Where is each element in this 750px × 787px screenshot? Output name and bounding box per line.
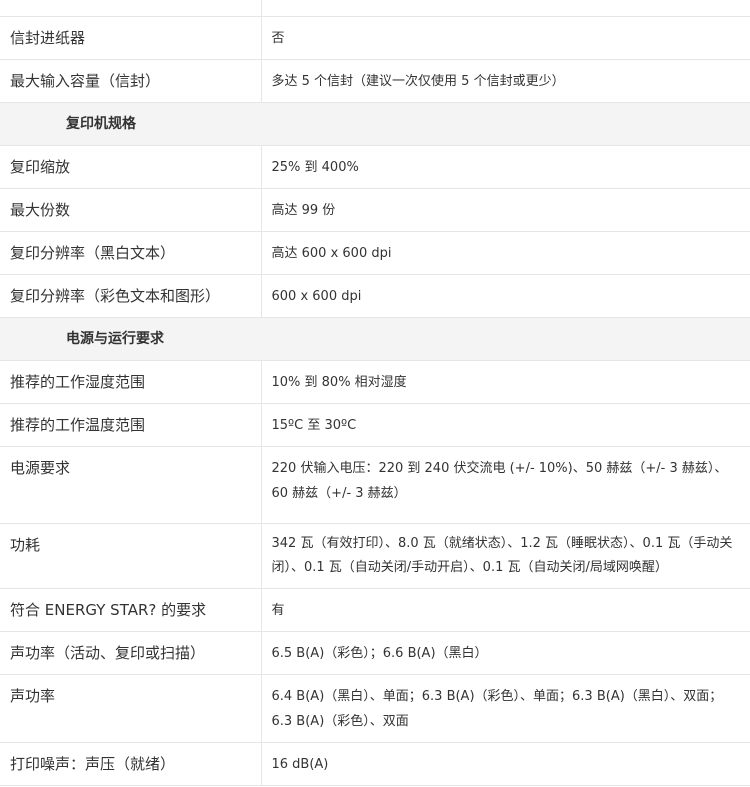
spec-label: 推荐的工作湿度范围 — [0, 360, 262, 404]
spec-value: 否 — [261, 16, 750, 60]
spec-value: 6.5 B(A)（彩色）；6.6 B(A)（黑白） — [261, 631, 750, 675]
spec-value — [261, 0, 750, 17]
spec-label: 打印噪声：声压（就绪） — [0, 742, 262, 786]
spec-label — [0, 0, 262, 17]
spec-label: 复印缩放 — [0, 145, 262, 189]
spec-value: 多达 5 个信封（建议一次仅使用 5 个信封或更少） — [261, 59, 750, 103]
spec-row: 功耗 342 瓦（有效打印）、8.0 瓦（就绪状态）、1.2 瓦（睡眠状态）、0… — [0, 523, 750, 589]
spec-row: 声功率 6.4 B(A)（黑白）、单面；6.3 B(A)（彩色）、单面；6.3 … — [0, 674, 750, 743]
spec-label: 复印分辨率（彩色文本和图形） — [0, 274, 262, 318]
spec-row: 最大输入容量（信封） 多达 5 个信封（建议一次仅使用 5 个信封或更少） — [0, 59, 750, 103]
spec-label: 最大输入容量（信封） — [0, 59, 262, 103]
spec-value: 6.4 B(A)（黑白）、单面；6.3 B(A)（彩色）、单面；6.3 B(A)… — [261, 674, 750, 743]
spec-row: 复印分辨率（黑白文本） 高达 600 x 600 dpi — [0, 231, 750, 275]
spec-row: 推荐的工作湿度范围 10% 到 80% 相对湿度 — [0, 360, 750, 404]
section-header: 复印机规格 — [0, 102, 750, 146]
spec-label: 最大份数 — [0, 188, 262, 232]
spec-value: 15ºC 至 30ºC — [261, 403, 750, 447]
spec-value: 600 x 600 dpi — [261, 274, 750, 318]
spec-row: 复印缩放 25% 到 400% — [0, 145, 750, 189]
spec-value: 16 dB(A) — [261, 742, 750, 786]
spec-label: 电源要求 — [0, 446, 262, 524]
spec-value: 25% 到 400% — [261, 145, 750, 189]
spec-label: 推荐的工作温度范围 — [0, 403, 262, 447]
spec-row: 声功率（活动、复印或扫描） 6.5 B(A)（彩色）；6.6 B(A)（黑白） — [0, 631, 750, 675]
spec-label: 声功率（活动、复印或扫描） — [0, 631, 262, 675]
spec-value: 高达 600 x 600 dpi — [261, 231, 750, 275]
spec-row: 打印噪声：声压（就绪） 16 dB(A) — [0, 742, 750, 786]
spec-value: 高达 99 份 — [261, 188, 750, 232]
section-title: 电源与运行要求 — [0, 317, 750, 361]
spec-table-body: 信封进纸器 否 最大输入容量（信封） 多达 5 个信封（建议一次仅使用 5 个信… — [0, 0, 750, 786]
spec-row: 推荐的工作温度范围 15ºC 至 30ºC — [0, 403, 750, 447]
spec-label: 信封进纸器 — [0, 16, 262, 60]
spec-value: 10% 到 80% 相对湿度 — [261, 360, 750, 404]
spec-row: 电源要求 220 伏输入电压：220 到 240 伏交流电 (+/- 10%)、… — [0, 446, 750, 524]
section-header: 电源与运行要求 — [0, 317, 750, 361]
spec-label: 功耗 — [0, 523, 262, 589]
spec-table: 信封进纸器 否 最大输入容量（信封） 多达 5 个信封（建议一次仅使用 5 个信… — [0, 0, 750, 786]
spec-row: 信封进纸器 否 — [0, 16, 750, 60]
spec-row: 复印分辨率（彩色文本和图形） 600 x 600 dpi — [0, 274, 750, 318]
spec-value: 有 — [261, 588, 750, 632]
spec-value: 220 伏输入电压：220 到 240 伏交流电 (+/- 10%)、50 赫兹… — [261, 446, 750, 524]
spec-row — [0, 0, 750, 17]
spec-row: 最大份数 高达 99 份 — [0, 188, 750, 232]
spec-value: 342 瓦（有效打印）、8.0 瓦（就绪状态）、1.2 瓦（睡眠状态）、0.1 … — [261, 523, 750, 589]
spec-label: 符合 ENERGY STAR? 的要求 — [0, 588, 262, 632]
spec-row: 符合 ENERGY STAR? 的要求 有 — [0, 588, 750, 632]
spec-label: 复印分辨率（黑白文本） — [0, 231, 262, 275]
spec-label: 声功率 — [0, 674, 262, 743]
section-title: 复印机规格 — [0, 102, 750, 146]
